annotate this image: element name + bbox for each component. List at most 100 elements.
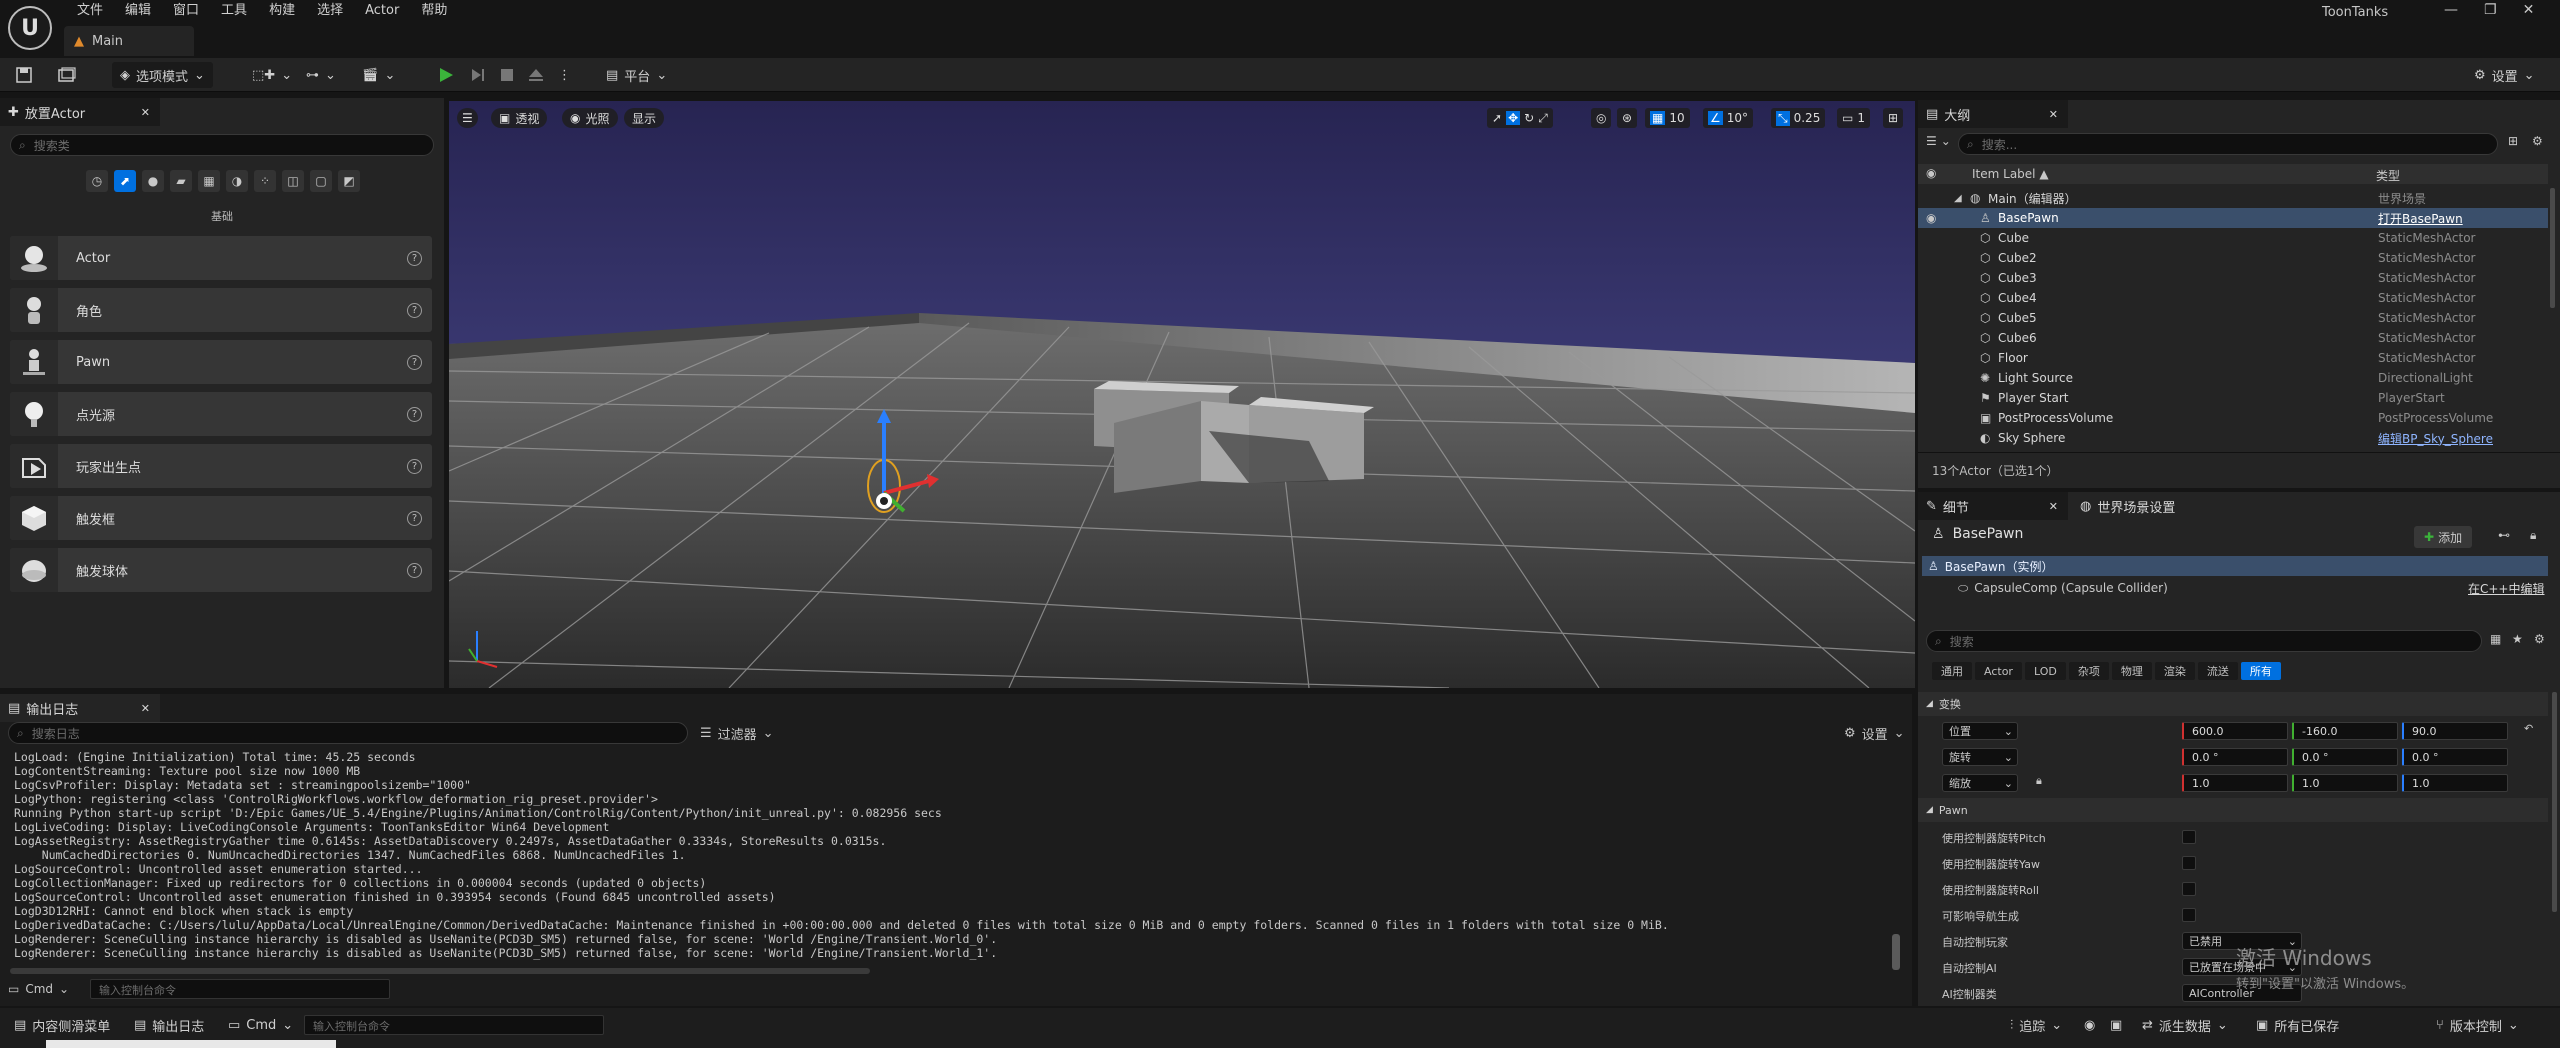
- play-button[interactable]: [438, 62, 454, 88]
- help-icon[interactable]: ?: [407, 458, 422, 474]
- location-z-input[interactable]: 90.0: [2402, 722, 2508, 740]
- minimize-icon[interactable]: —: [2444, 2, 2458, 18]
- rotation-snap-button[interactable]: ∠ 10°: [1703, 108, 1754, 128]
- help-icon[interactable]: ?: [407, 354, 422, 370]
- menu-help[interactable]: 帮助: [410, 0, 458, 22]
- item-label-column[interactable]: Item Label ▲: [1972, 167, 2049, 181]
- component-root-instance[interactable]: ♙ BasePawn（实例）: [1922, 556, 2548, 576]
- shapes-icon[interactable]: ▰: [170, 170, 192, 192]
- console-input[interactable]: 输入控制台命令: [90, 979, 390, 999]
- outliner-row[interactable]: ⬡ Cube StaticMeshActor: [1918, 228, 2548, 248]
- scale-dropdown[interactable]: 缩放 ⌄: [1942, 774, 2018, 792]
- outliner-tab[interactable]: ▤ 大纲 ✕: [1918, 100, 2068, 128]
- eject-icon[interactable]: [528, 62, 544, 88]
- camera-speed-button[interactable]: ▭ 1: [1837, 108, 1870, 128]
- outliner-row[interactable]: ⬡ Cube6 StaticMeshActor: [1918, 328, 2548, 348]
- menu-file[interactable]: 文件: [66, 0, 114, 22]
- viewport-menu-button[interactable]: ☰: [457, 108, 478, 128]
- screenshot-icon[interactable]: ▣: [2110, 1014, 2122, 1036]
- cinematic-icon[interactable]: ▦: [198, 170, 220, 192]
- grid-snap-button[interactable]: ▦ 10: [1645, 108, 1690, 128]
- eye-icon[interactable]: ◉: [1926, 211, 1936, 225]
- log-filters-button[interactable]: ☰ 过滤器 ⌄: [700, 724, 774, 743]
- outliner-row[interactable]: ⬡ Cube2 StaticMeshActor: [1918, 248, 2548, 268]
- world-settings-tab[interactable]: ◍ 世界场景设置: [2070, 492, 2230, 520]
- actor-search-input[interactable]: ⌕ 搜索类: [10, 134, 434, 156]
- row-type-link[interactable]: 编辑BP_Sky_Sphere: [2378, 430, 2493, 447]
- scale-y-input[interactable]: 1.0: [2292, 774, 2398, 792]
- close-icon[interactable]: ✕: [2049, 108, 2058, 121]
- row-type-link[interactable]: 打开BasePawn: [2378, 210, 2463, 227]
- location-dropdown[interactable]: 位置 ⌄: [1942, 722, 2018, 740]
- mode-dropdown[interactable]: ◈ 选项模式 ⌄: [112, 62, 213, 88]
- outliner-row[interactable]: ⬡ Cube5 StaticMeshActor: [1918, 308, 2548, 328]
- filter-actor[interactable]: Actor: [1975, 662, 2022, 680]
- outliner-row[interactable]: ⚑ Player Start PlayerStart: [1918, 388, 2548, 408]
- actor-item-point-light[interactable]: 点光源 ?: [10, 392, 432, 436]
- actor-item-character[interactable]: 角色 ?: [10, 288, 432, 332]
- settings-button[interactable]: ⚙ 设置 ⌄: [2474, 62, 2535, 88]
- all-classes-icon[interactable]: ◫: [282, 170, 304, 192]
- rotation-y-input[interactable]: 0.0 °: [2292, 748, 2398, 766]
- cmd-dropdown[interactable]: ▭ Cmd ⌄: [8, 978, 69, 1000]
- star-icon[interactable]: ★: [2512, 632, 2523, 646]
- close-icon[interactable]: ✕: [2049, 500, 2058, 513]
- filter-streaming[interactable]: 流送: [2197, 662, 2238, 680]
- record-icon[interactable]: ◉: [2084, 1014, 2095, 1036]
- rotate-icon[interactable]: ↻: [1524, 111, 1534, 125]
- lit-mode-button[interactable]: ◉ 光照: [562, 108, 618, 128]
- lock-icon[interactable]: 🔒︎: [2530, 528, 2536, 543]
- rotation-z-input[interactable]: 0.0 °: [2402, 748, 2508, 766]
- surface-snap-button[interactable]: ⊛: [1617, 108, 1638, 128]
- menu-select[interactable]: 选择: [306, 0, 354, 22]
- help-icon[interactable]: ?: [407, 510, 422, 526]
- close-icon[interactable]: ✕: [2523, 2, 2535, 18]
- details-tab[interactable]: ✎ 细节 ✕: [1918, 492, 2068, 520]
- outliner-search-input[interactable]: ⌕ 搜索...: [1958, 133, 2498, 155]
- gear-icon[interactable]: ⚙: [2532, 134, 2543, 148]
- outliner-row[interactable]: ⬡ Floor StaticMeshActor: [1918, 348, 2548, 368]
- help-icon[interactable]: ?: [407, 562, 422, 578]
- save-icon[interactable]: [16, 62, 32, 88]
- menu-actor[interactable]: Actor: [354, 0, 410, 22]
- recent-icon[interactable]: ◷: [86, 170, 108, 192]
- basic-icon[interactable]: ⬈: [114, 170, 136, 192]
- log-hscrollbar[interactable]: [0, 968, 1912, 976]
- type-column[interactable]: 类型: [2376, 167, 2400, 184]
- output-log-tab[interactable]: ▤ 输出日志 ✕: [0, 694, 160, 722]
- geometry-icon[interactable]: ▢: [310, 170, 332, 192]
- console-input[interactable]: 输入控制台命令: [304, 1015, 604, 1035]
- log-settings-button[interactable]: ⚙ 设置 ⌄: [1844, 724, 1905, 743]
- expand-icon[interactable]: ◢: [1954, 193, 1962, 204]
- component-capsule[interactable]: ⬭ CapsuleComp (Capsule Collider): [1958, 578, 2168, 598]
- show-button[interactable]: 显示: [624, 108, 665, 128]
- outliner-scrollbar[interactable]: [2550, 188, 2555, 308]
- volumes-icon[interactable]: ⁘: [254, 170, 276, 192]
- perspective-button[interactable]: ▣ 透视: [491, 108, 548, 128]
- add-component-button[interactable]: ✚ 添加: [2414, 526, 2473, 548]
- location-y-input[interactable]: -160.0: [2292, 722, 2398, 740]
- cinematics-button[interactable]: 🎬︎ ⌄: [362, 62, 395, 88]
- filter-lod[interactable]: LOD: [2024, 662, 2066, 680]
- details-search-input[interactable]: ⌕ 搜索: [1926, 630, 2482, 652]
- maximize-icon[interactable]: ❐: [2484, 2, 2497, 18]
- close-icon[interactable]: ✕: [141, 106, 150, 119]
- outliner-filter-button[interactable]: ☰ ⌄: [1926, 134, 1951, 148]
- use-controller-pitch-checkbox[interactable]: [2182, 830, 2196, 844]
- filter-all[interactable]: 所有: [2240, 662, 2281, 680]
- lights-icon[interactable]: ●: [142, 170, 164, 192]
- log-search-input[interactable]: ⌕ 搜索日志: [8, 722, 688, 744]
- filter-misc[interactable]: 杂项: [2068, 662, 2109, 680]
- reset-icon[interactable]: ↶: [2524, 722, 2533, 735]
- help-icon[interactable]: ?: [407, 302, 422, 318]
- outliner-row-selected[interactable]: ◉ ♙ BasePawn 打开BasePawn: [1918, 208, 2548, 228]
- scale-icon[interactable]: ⤢: [1538, 111, 1548, 126]
- derived-data-button[interactable]: ⇄ 派生数据 ⌄: [2142, 1014, 2228, 1036]
- outliner-row[interactable]: ⬡ Cube4 StaticMeshActor: [1918, 288, 2548, 308]
- lock-icon[interactable]: 🔒︎: [2036, 774, 2042, 788]
- scale-x-input[interactable]: 1.0: [2182, 774, 2288, 792]
- cmd-dropdown[interactable]: ▭ Cmd ⌄: [228, 1014, 293, 1036]
- location-x-input[interactable]: 600.0: [2182, 722, 2288, 740]
- menu-edit[interactable]: 编辑: [114, 0, 162, 22]
- outliner-row[interactable]: ▣ PostProcessVolume PostProcessVolume: [1918, 408, 2548, 428]
